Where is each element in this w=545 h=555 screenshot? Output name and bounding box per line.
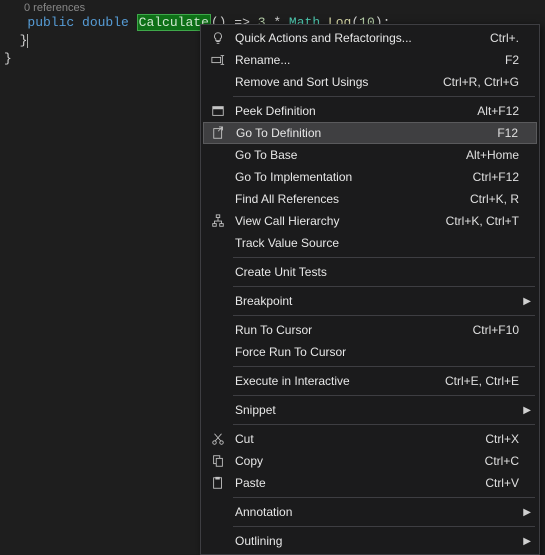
brace: } — [4, 33, 27, 48]
menu-item-snippet[interactable]: Snippet▶ — [203, 399, 537, 421]
menu-item-label: Annotation — [229, 505, 533, 519]
menu-item-label: Create Unit Tests — [229, 265, 533, 279]
menu-item-label: Breakpoint — [229, 294, 533, 308]
text-cursor — [27, 34, 28, 48]
menu-item-shortcut: F2 — [505, 53, 533, 67]
chevron-right-icon: ▶ — [523, 536, 531, 547]
menu-item-shortcut: Ctrl+E, Ctrl+E — [445, 374, 533, 388]
menu-item-cut[interactable]: CutCtrl+X — [203, 428, 537, 450]
menu-item-quick-actions[interactable]: Quick Actions and Refactorings...Ctrl+. — [203, 27, 537, 49]
menu-item-outlining[interactable]: Outlining▶ — [203, 530, 537, 552]
menu-item-peek-definition[interactable]: Peek DefinitionAlt+F12 — [203, 100, 537, 122]
chevron-right-icon: ▶ — [523, 296, 531, 307]
menu-separator — [233, 257, 535, 258]
menu-separator — [233, 424, 535, 425]
menu-item-label: Quick Actions and Refactorings... — [229, 31, 490, 45]
keyword-double: double — [82, 15, 129, 30]
menu-item-find-refs[interactable]: Find All ReferencesCtrl+K, R — [203, 188, 537, 210]
menu-item-label: Outlining — [229, 534, 533, 548]
menu-item-label: Execute in Interactive — [229, 374, 445, 388]
chevron-right-icon: ▶ — [523, 405, 531, 416]
menu-item-label: Peek Definition — [229, 104, 477, 118]
menu-item-rename[interactable]: Rename...F2 — [203, 49, 537, 71]
goto-icon — [208, 126, 230, 140]
menu-item-shortcut: Ctrl+V — [485, 476, 533, 490]
chevron-right-icon: ▶ — [523, 507, 531, 518]
menu-item-label: Force Run To Cursor — [229, 345, 533, 359]
menu-item-label: Cut — [229, 432, 485, 446]
menu-item-call-hierarchy[interactable]: View Call HierarchyCtrl+K, Ctrl+T — [203, 210, 537, 232]
menu-item-label: Go To Base — [229, 148, 466, 162]
menu-item-shortcut: Ctrl+K, Ctrl+T — [446, 214, 533, 228]
menu-item-shortcut: Ctrl+F10 — [473, 323, 533, 337]
menu-item-shortcut: Alt+F12 — [477, 104, 533, 118]
menu-item-shortcut: Ctrl+R, Ctrl+G — [443, 75, 533, 89]
menu-item-shortcut: Ctrl+. — [490, 31, 533, 45]
menu-item-force-run-to-cursor[interactable]: Force Run To Cursor — [203, 341, 537, 363]
menu-item-label: View Call Hierarchy — [229, 214, 446, 228]
menu-separator — [233, 366, 535, 367]
menu-item-label: Snippet — [229, 403, 533, 417]
copy-icon — [207, 454, 229, 468]
codelens-refs[interactable]: 0 references — [0, 0, 545, 14]
paste-icon — [207, 476, 229, 490]
menu-item-annotation[interactable]: Annotation▶ — [203, 501, 537, 523]
hierarchy-icon — [207, 214, 229, 228]
menu-item-shortcut: Alt+Home — [466, 148, 533, 162]
brace: } — [4, 51, 12, 66]
menu-item-exec-interactive[interactable]: Execute in InteractiveCtrl+E, Ctrl+E — [203, 370, 537, 392]
menu-item-shortcut: Ctrl+K, R — [470, 192, 533, 206]
peek-icon — [207, 104, 229, 118]
menu-item-label: Paste — [229, 476, 485, 490]
menu-item-label: Remove and Sort Usings — [229, 75, 443, 89]
menu-item-goto-definition[interactable]: Go To DefinitionF12 — [203, 122, 537, 144]
menu-item-label: Run To Cursor — [229, 323, 473, 337]
menu-separator — [233, 395, 535, 396]
context-menu: Quick Actions and Refactorings...Ctrl+.R… — [200, 24, 540, 555]
menu-item-label: Track Value Source — [229, 236, 533, 250]
menu-item-shortcut: F12 — [497, 126, 532, 140]
menu-item-remove-sort-usings[interactable]: Remove and Sort UsingsCtrl+R, Ctrl+G — [203, 71, 537, 93]
menu-separator — [233, 497, 535, 498]
menu-separator — [233, 96, 535, 97]
menu-item-shortcut: Ctrl+C — [485, 454, 533, 468]
menu-item-create-unit-tests[interactable]: Create Unit Tests — [203, 261, 537, 283]
menu-item-label: Rename... — [229, 53, 505, 67]
menu-item-paste[interactable]: PasteCtrl+V — [203, 472, 537, 494]
bulb-icon — [207, 31, 229, 45]
menu-item-goto-impl[interactable]: Go To ImplementationCtrl+F12 — [203, 166, 537, 188]
menu-item-label: Go To Implementation — [229, 170, 473, 184]
rename-icon — [207, 53, 229, 67]
menu-item-copy[interactable]: CopyCtrl+C — [203, 450, 537, 472]
menu-item-label: Find All References — [229, 192, 470, 206]
menu-separator — [233, 526, 535, 527]
menu-separator — [233, 286, 535, 287]
keyword-public: public — [27, 15, 74, 30]
menu-item-label: Go To Definition — [230, 126, 497, 140]
menu-item-goto-base[interactable]: Go To BaseAlt+Home — [203, 144, 537, 166]
menu-separator — [233, 315, 535, 316]
menu-item-run-to-cursor[interactable]: Run To CursorCtrl+F10 — [203, 319, 537, 341]
menu-item-shortcut: Ctrl+X — [485, 432, 533, 446]
menu-item-breakpoint[interactable]: Breakpoint▶ — [203, 290, 537, 312]
menu-item-shortcut: Ctrl+F12 — [473, 170, 533, 184]
cut-icon — [207, 432, 229, 446]
menu-item-track-value[interactable]: Track Value Source — [203, 232, 537, 254]
menu-item-label: Copy — [229, 454, 485, 468]
